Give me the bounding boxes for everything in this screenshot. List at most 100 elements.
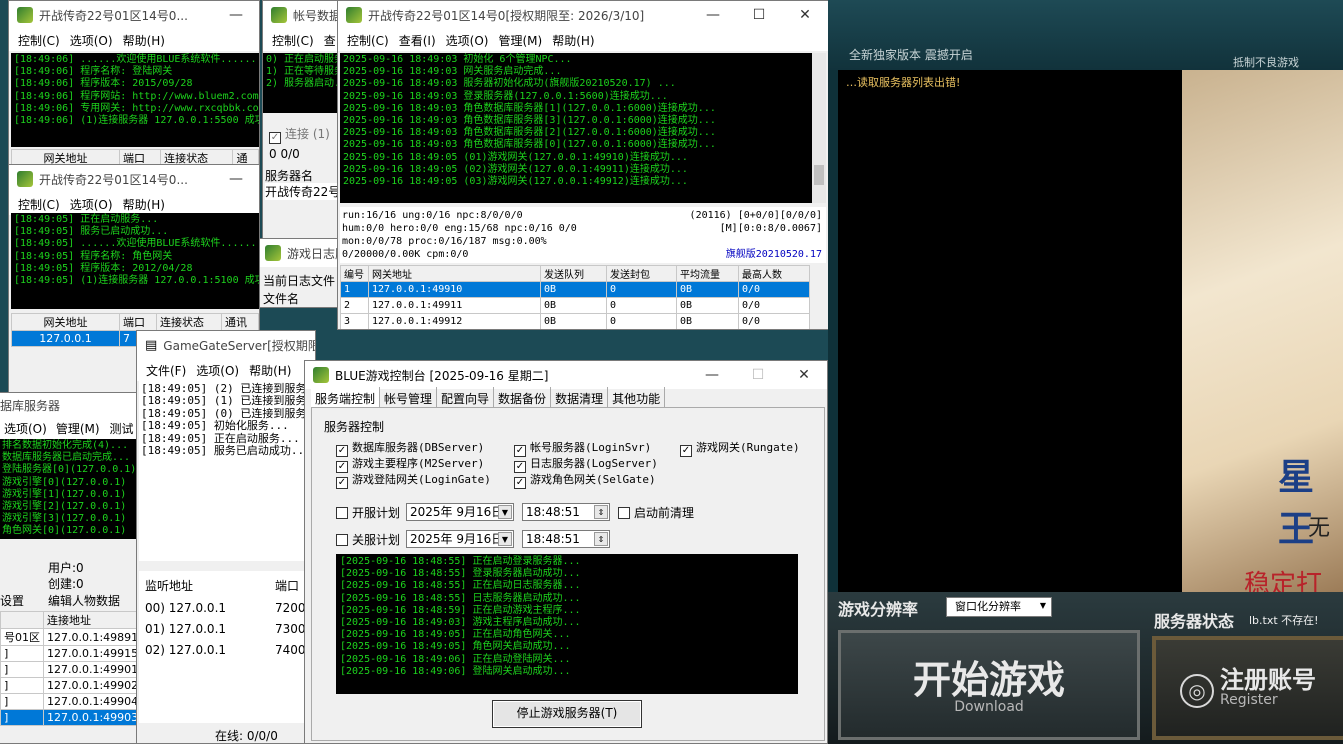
close-plan-checkbox[interactable]: 关服计划 [336,531,400,548]
close-button[interactable]: ✕ [781,361,827,389]
open-plan-checkbox[interactable]: 开服计划 [336,504,400,521]
tab-other[interactable]: 其他功能 [608,387,666,409]
open-date-picker[interactable]: 2025年 9月16日 ▼ [406,503,514,521]
minimize-button[interactable]: — [213,1,259,29]
tab-backup[interactable]: 数据备份 [494,387,552,409]
menu-control[interactable]: 控制(C) [272,32,314,49]
log-line: [2025-09-16 18:48:55] 日志服务器启动成功... [340,592,581,604]
check-icon: ✓ [680,445,692,457]
minimize-button[interactable]: — [213,165,259,193]
log-line: 角色网关[0](127.0.0.1) [2,525,127,537]
table-row[interactable]: ] 127.0.0.1:49902 [0,677,137,694]
table-row[interactable]: 号01区 127.0.0.1:49891 [0,628,137,646]
register-button[interactable]: ◎ 注册账号 Register [1152,636,1343,740]
setting-label[interactable]: 设置 [0,592,24,609]
minimize-button[interactable]: — [690,1,736,29]
clean-before-start-checkbox[interactable]: 启动前清理 [618,504,694,521]
cell: 0B [676,297,739,314]
cell: 00) 127.0.0.1 [145,601,227,615]
server-list[interactable]: …读取服务器列表出错! [838,70,1182,592]
chevron-down-icon[interactable]: ▼ [498,505,512,519]
resolution-select[interactable]: 窗口化分辨率 ▼ [946,597,1052,617]
log-line: [18:49:06] ......欢迎使用BLUE系统软件...... [14,54,257,65]
table-row[interactable]: ] 127.0.0.1:49901 [0,661,137,678]
menu-options[interactable]: 选项(O) [446,32,489,49]
log-server-window: 游戏日志服 当前日志文件 文件名 [256,238,342,308]
col-header: 平均流量 [676,265,739,282]
log-line: 0) 正在启动服务... [266,54,341,65]
log-line: [2025-09-16 18:49:03] 游戏主程序启动成功... [340,617,581,629]
close-button[interactable]: ✕ [782,1,828,29]
table-row[interactable]: ] 127.0.0.1:49915 [0,645,137,662]
close-date-picker[interactable]: 2025年 9月16日 ▼ [406,530,514,548]
menu-help[interactable]: 帮助(H) [552,32,594,49]
scroll-thumb[interactable] [814,165,824,185]
selgate-checkbox[interactable]: ✓ 游戏角色网关(SelGate) [514,471,656,489]
log-list: [18:49:05] (2) 已连接到服务器 [18:49:05] (1) 已连接… [139,381,315,561]
menu-help[interactable]: 帮助(H) [123,196,165,213]
menu-options[interactable]: 选项(O) [70,32,113,49]
col-header: 最高人数 [738,265,810,282]
menu-view[interactable]: 查看(I) [399,32,436,49]
log-line: [18:49:05] 服务已启动成功... [141,444,311,458]
log-line: 游戏引擎[2](127.0.0.1) [2,501,127,513]
menu-control[interactable]: 控制(C) [18,32,60,49]
launcher-header-right: 抵制不良游戏 [1233,56,1299,69]
logingate-checkbox[interactable]: ✓ 游戏登陆网关(LoginGate) [336,471,491,489]
log-console: [18:49:05] 正在启动服务... [18:49:05] 服务已启动成功..… [11,213,259,309]
listen-table: 监听地址 端口 00) 127.0.0.1 7200 01) 127.0.0.1 7… [139,571,315,723]
register-sublabel: Register [1220,692,1278,708]
col-header: 编号 [340,265,369,282]
log-line: 游戏引擎[1](127.0.0.1) [2,488,127,500]
server-name-row[interactable]: 开战传奇22号 [265,183,341,200]
menu-help[interactable]: 帮助(H) [249,362,291,379]
checkbox-icon [336,507,348,519]
tab-server-control[interactable]: 服务端控制 [311,387,381,409]
minimize-button[interactable]: — [689,361,735,389]
tab-config[interactable]: 配置向导 [437,387,495,409]
menu-bar: 控制(C) 选项(O) 帮助(H) [9,29,259,51]
start-game-button[interactable]: 开始游戏 Download [838,630,1140,740]
table-row[interactable]: ] 127.0.0.1:49903 [0,709,137,726]
menu-control[interactable]: 控制(C) [18,196,60,213]
open-time-field[interactable]: 18:48:51 ⇕ [522,503,610,521]
menu-options[interactable]: 选项(O) [70,196,113,213]
cell: ] [0,693,44,710]
menu-help[interactable]: 帮助(H) [123,32,165,49]
menu-control[interactable]: 控制(C) [347,32,389,49]
cell: 0/0 [738,313,810,329]
stop-server-button[interactable]: 停止游戏服务器(T) [492,700,642,728]
menu-test[interactable]: 测试 [110,420,134,437]
edit-character-button[interactable]: 编辑人物数据 [48,592,120,609]
menu-manage[interactable]: 管理(M) [56,420,100,437]
cell: 127.0.0.1:49904 [42,693,137,710]
connect-checkbox[interactable]: ✓ 连接 (1) [269,125,330,144]
menu-manage[interactable]: 管理(M) [498,32,542,49]
log-line: 2025-09-16 18:49:03 服务器初始化成功(旗舰版20210520… [343,78,676,90]
checkbox-label: 游戏角色网关(SelGate) [530,473,656,486]
maximize-button[interactable]: ☐ [736,1,782,29]
table-row[interactable]: ] 127.0.0.1:49904 [0,693,137,710]
menu-options[interactable]: 选项(O) [196,362,239,379]
log-line: 游戏引擎[3](127.0.0.1) [2,513,127,525]
spin-icon[interactable]: ⇕ [594,505,608,519]
tab-cleanup[interactable]: 数据清理 [551,387,609,409]
resolution-value: 窗口化分辨率 [955,600,1021,613]
app-icon [17,7,33,23]
table-row[interactable]: 1 127.0.0.1:49910 0B 0 0B 0/0 [340,281,810,298]
menu-options[interactable]: 选项(O) [4,420,47,437]
checkbox-label: 数据库服务器(DBServer) [352,441,485,454]
log-line: [2025-09-16 18:48:55] 登录服务器启动成功... [340,568,581,580]
rungate-checkbox[interactable]: ✓ 游戏网关(Rungate) [680,439,800,457]
chevron-down-icon[interactable]: ▼ [498,532,512,546]
scrollbar[interactable] [812,53,826,203]
app-icon [346,7,362,23]
spin-icon[interactable]: ⇕ [594,532,608,546]
table-row[interactable]: 2 127.0.0.1:49911 0B 0 0B 0/0 [340,297,810,314]
close-time-field[interactable]: 18:48:51 ⇕ [522,530,610,548]
menu-view[interactable]: 查 [324,32,336,49]
menu-file[interactable]: 文件(F) [146,362,186,379]
tab-account[interactable]: 帐号管理 [380,387,438,409]
table-row[interactable]: 3 127.0.0.1:49912 0B 0 0B 0/0 [340,313,810,329]
log-line: 1) 正在等待服务器... [266,66,341,78]
